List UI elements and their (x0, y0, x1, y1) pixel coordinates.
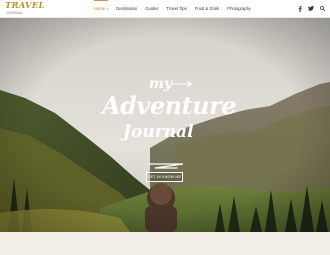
search-icon[interactable] (320, 6, 325, 11)
hero-title: my Adventure Journal (95, 76, 237, 176)
content-area (0, 232, 330, 255)
arrow-icon (171, 81, 193, 87)
nav-item-label: Travel Tips (166, 6, 187, 11)
hero-title-line-2: Adventure (102, 91, 237, 120)
main-nav: Home ▾ Destination Guides Travel Tips Foo… (94, 0, 251, 17)
header-icons (298, 0, 325, 17)
nav-item-destination[interactable]: Destination (116, 6, 137, 11)
nav-item-label: Food & Drink (194, 6, 220, 11)
twitter-icon[interactable] (308, 6, 314, 11)
hero-banner: my Adventure Journal GET IN KNOW ME (0, 18, 330, 232)
logo-subtext: JOURNAL (6, 10, 24, 15)
get-to-know-me-button[interactable]: GET IN KNOW ME (146, 172, 183, 182)
nav-item-label: Photography (227, 6, 252, 11)
nav-item-label: Guides (145, 6, 159, 11)
nav-item-home[interactable]: Home ▾ (94, 0, 109, 11)
site-header: TRAVEL JOURNAL Home ▾ Destination Guides … (0, 0, 330, 18)
nav-item-guides[interactable]: Guides (145, 6, 158, 11)
nav-item-travel-tips[interactable]: Travel Tips (167, 6, 187, 11)
nav-item-photography[interactable]: Photography (227, 6, 251, 11)
nav-item-label: Destination (116, 6, 138, 11)
chevron-down-icon: ▾ (106, 7, 109, 11)
site-logo[interactable]: TRAVEL JOURNAL (5, 2, 44, 15)
nav-item-food-drink[interactable]: Food & Drink (195, 6, 219, 11)
hero-title-line-3: Journal (123, 122, 194, 142)
underline-swash (148, 163, 184, 169)
nav-item-label: Home (94, 6, 106, 11)
active-indicator (94, 0, 109, 1)
facebook-icon[interactable] (298, 5, 302, 12)
hero-title-line-1: my (149, 76, 172, 92)
